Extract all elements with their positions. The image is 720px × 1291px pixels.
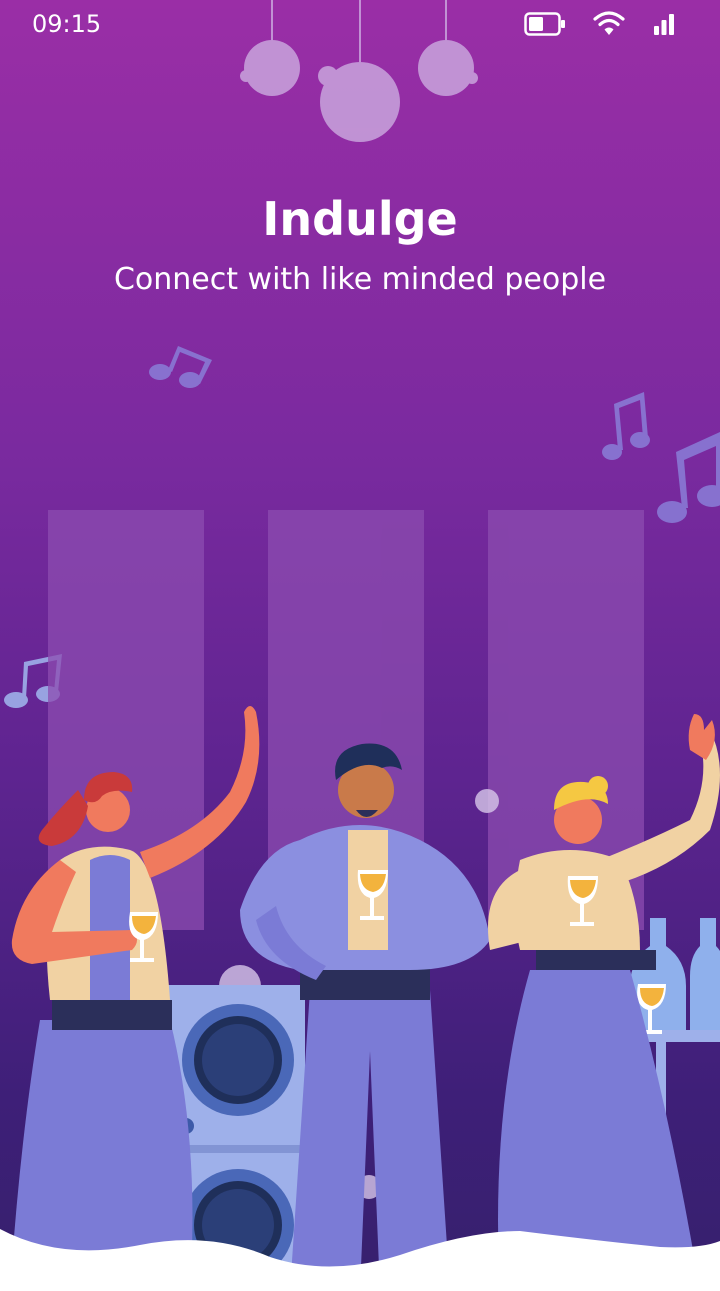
battery-icon (524, 12, 565, 36)
wifi-icon (593, 11, 625, 35)
onboarding-screen: 09:15 Indulge Connect with like minded p… (0, 0, 720, 1291)
music-note-icon (602, 392, 650, 460)
status-bar: 09:15 (0, 0, 720, 50)
status-time: 09:15 (32, 10, 102, 38)
app-tagline: Connect with like minded people (113, 262, 607, 297)
bottom-wave-decoration (0, 1229, 720, 1291)
music-note-icon (657, 432, 720, 523)
signal-icon (654, 14, 674, 35)
music-note-icon (149, 346, 212, 388)
app-title: Indulge (262, 192, 458, 246)
